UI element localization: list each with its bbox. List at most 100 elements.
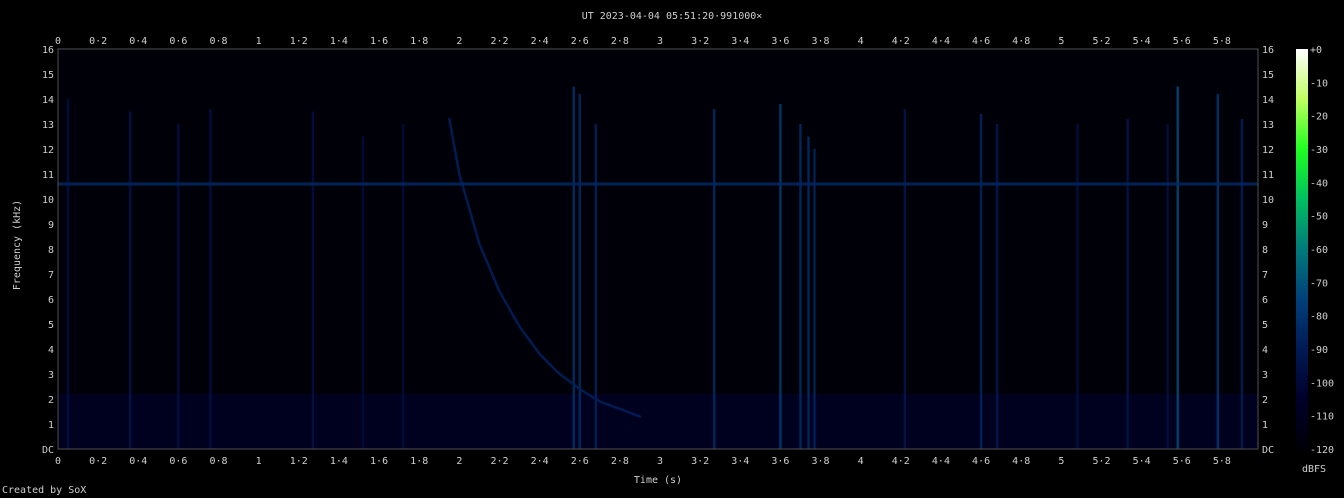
y-tick-label-right: 13 xyxy=(1262,120,1274,131)
impulse-mark xyxy=(712,109,716,449)
x-tick-label-bottom: 2 xyxy=(456,456,462,467)
y-tick-label-right: 3 xyxy=(1262,370,1268,381)
x-tick-label-bottom: 1 xyxy=(256,456,262,467)
x-tick-label-top: 5 xyxy=(1058,36,1064,47)
x-tick-label-top: 4·8 xyxy=(1012,36,1030,47)
x-tick-label-bottom: 1·8 xyxy=(410,456,428,467)
impulse-mark xyxy=(209,109,212,449)
y-tick-label-left: 12 xyxy=(42,145,54,156)
y-tick-label-right: 11 xyxy=(1262,170,1274,181)
x-tick-label-bottom: 2·8 xyxy=(611,456,629,467)
y-tick-label-right: 8 xyxy=(1262,245,1268,256)
impulse-mark xyxy=(311,111,315,449)
y-tick-label-right: 6 xyxy=(1262,295,1268,306)
x-tick-label-top: 1 xyxy=(256,36,262,47)
x-tick-label-top: 0 xyxy=(55,36,61,47)
x-tick-label-top: 3·4 xyxy=(731,36,749,47)
y-tick-label-left: 13 xyxy=(42,120,54,131)
y-tick-label-right: 10 xyxy=(1262,195,1274,206)
x-tick-label-bottom: 3·6 xyxy=(771,456,789,467)
x-axis-bottom: 0 0·2 0·4 0·6 0·8 1 1·2 1·4 1·6 1·8 2 2·2 2·4 2·6 2·8 3… xyxy=(55,456,1231,467)
impulse-mark xyxy=(1166,124,1169,449)
x-tick-label-bottom: 3 xyxy=(657,456,663,467)
y-tick-label-left: 4 xyxy=(48,345,54,356)
colorbar-tick-label: -40 xyxy=(1310,178,1328,189)
x-tick-label-top: 1·8 xyxy=(410,36,428,47)
impulse-mark xyxy=(1076,124,1079,449)
x-tick-label-top: 5·6 xyxy=(1173,36,1191,47)
impulse-mark xyxy=(129,111,132,449)
x-tick-label-bottom: 2·6 xyxy=(571,456,589,467)
impulse-mark xyxy=(799,124,802,449)
x-tick-label-bottom: 4·8 xyxy=(1012,456,1030,467)
y-tick-label-left: 6 xyxy=(48,295,54,306)
y-tick-label-right: 12 xyxy=(1262,145,1274,156)
x-tick-label-top: 2·4 xyxy=(531,36,549,47)
x-tick-label-bottom: 2·2 xyxy=(490,456,508,467)
x-tick-label-top: 4·2 xyxy=(892,36,910,47)
x-axis-label: Time (s) xyxy=(634,475,682,486)
x-tick-label-top: 0·2 xyxy=(89,36,107,47)
y-tick-label-left: 10 xyxy=(42,195,54,206)
colorbar-tick-label: -80 xyxy=(1310,312,1328,323)
x-tick-label-bottom: 1·4 xyxy=(330,456,348,467)
impulse-mark xyxy=(1216,94,1220,449)
impulse-mark xyxy=(1126,119,1129,449)
x-tick-label-bottom: 3·2 xyxy=(691,456,709,467)
x-tick-label-bottom: 1·2 xyxy=(290,456,308,467)
colorbar-label: dBFS xyxy=(1302,464,1326,475)
x-tick-label-bottom: 0·2 xyxy=(89,456,107,467)
x-tick-label-top: 3·8 xyxy=(812,36,830,47)
colorbar-tick-label: -30 xyxy=(1310,145,1328,156)
colorbar-tick-label: -20 xyxy=(1310,112,1328,123)
x-tick-label-bottom: 0·4 xyxy=(129,456,147,467)
y-tick-label-right: 5 xyxy=(1262,320,1268,331)
y-tick-label-right: 7 xyxy=(1262,270,1268,281)
x-tick-label-top: 5·8 xyxy=(1213,36,1231,47)
y-tick-label-left: 5 xyxy=(48,320,54,331)
spectrogram-figure: UT 2023-04-04 05:51:20·991000× 0 0·2 0·4 0·… xyxy=(12,11,1334,486)
y-tick-label-left: 8 xyxy=(48,245,54,256)
impulse-mark xyxy=(1240,119,1244,449)
x-tick-label-top: 0·8 xyxy=(210,36,228,47)
x-tick-label-bottom: 4 xyxy=(858,456,864,467)
colorbar-tick-label: -120 xyxy=(1310,445,1334,456)
colorbar-tick-label: -90 xyxy=(1310,345,1328,356)
x-tick-label-bottom: 0·8 xyxy=(210,456,228,467)
colorbar-tick-label: -60 xyxy=(1310,245,1328,256)
colorbar-tick-label: -100 xyxy=(1310,378,1334,389)
colorbar-tick-label: -110 xyxy=(1310,412,1334,423)
y-axis-left: DC12345678910111213141516 xyxy=(42,45,54,456)
x-tick-label-bottom: 5 xyxy=(1058,456,1064,467)
impulse-mark xyxy=(779,104,782,449)
y-axis-right: DC12345678910111213141516 xyxy=(1262,45,1274,456)
impulse-mark xyxy=(903,109,907,449)
impulse-mark xyxy=(1176,86,1179,449)
y-tick-label-left: DC xyxy=(42,445,54,456)
impulse-mark xyxy=(572,86,575,449)
x-axis-top: 0 0·2 0·4 0·6 0·8 1 1·2 1·4 1·6 1·8 2 2·2 2·4 2·6 2·8 3… xyxy=(55,36,1231,47)
credit-text: Created by SoX xyxy=(2,485,87,496)
y-tick-label-right: 4 xyxy=(1262,345,1268,356)
x-tick-label-top: 3 xyxy=(657,36,663,47)
impulse-mark xyxy=(177,124,180,449)
x-tick-label-bottom: 4·2 xyxy=(892,456,910,467)
x-tick-label-top: 4·6 xyxy=(972,36,990,47)
x-tick-label-top: 3·2 xyxy=(691,36,709,47)
x-tick-label-top: 2·8 xyxy=(611,36,629,47)
x-tick-label-top: 5·4 xyxy=(1133,36,1151,47)
colorbar-tick-label: -10 xyxy=(1310,78,1328,89)
x-tick-label-bottom: 3·8 xyxy=(812,456,830,467)
y-tick-label-right: 1 xyxy=(1262,420,1268,431)
x-tick-label-top: 1·6 xyxy=(370,36,388,47)
impulse-mark xyxy=(578,94,581,449)
x-tick-label-top: 2·6 xyxy=(571,36,589,47)
impulse-mark xyxy=(66,99,70,449)
y-tick-label-right: 9 xyxy=(1262,220,1268,231)
colorbar-tick-label: -50 xyxy=(1310,212,1328,223)
x-tick-label-bottom: 4·4 xyxy=(932,456,950,467)
x-tick-label-bottom: 1·6 xyxy=(370,456,388,467)
x-tick-label-top: 5·2 xyxy=(1092,36,1110,47)
x-tick-label-top: 4 xyxy=(858,36,864,47)
colorbar-ticks: +0 -10 -20 -30 -40 -50 -60 -70 -80 -90 -100 -110 -12… xyxy=(1310,45,1334,456)
